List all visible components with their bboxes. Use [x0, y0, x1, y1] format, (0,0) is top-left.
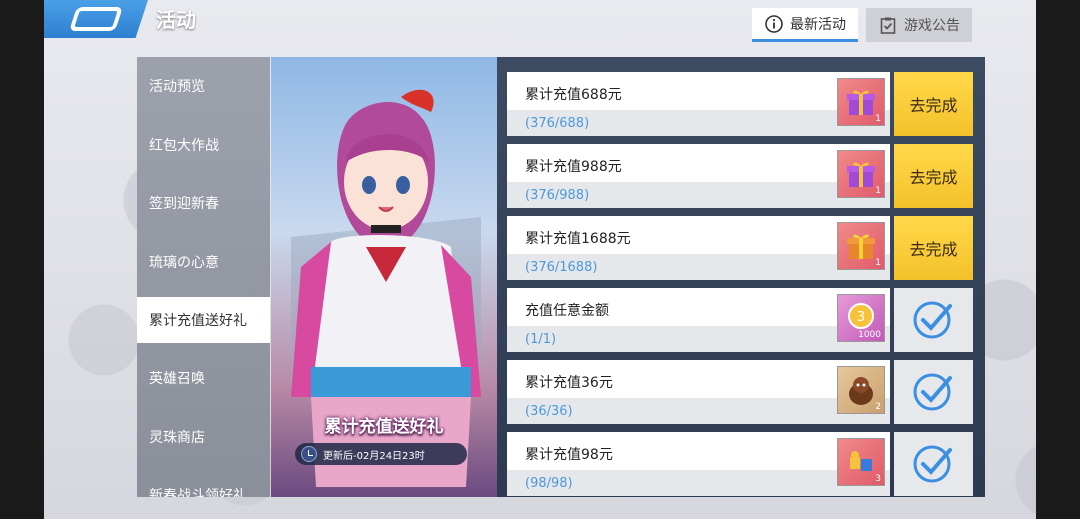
tab-latest-activity[interactable]: 最新活动 — [752, 8, 858, 42]
task-name: 充值任意金额 — [525, 303, 609, 319]
reward-item[interactable]: 1 — [837, 222, 885, 270]
go-complete-button[interactable]: 去完成 — [894, 216, 973, 280]
completed-check — [894, 360, 973, 424]
reward-qty: 3 — [875, 474, 881, 484]
reward-qty: 1000 — [858, 330, 881, 340]
sidebar-item-recharge-gift[interactable]: 累计充值送好礼 — [137, 297, 270, 343]
sidebar-item-label: 新春战斗领好礼 — [149, 488, 247, 497]
reward-item[interactable]: 3 1000 — [837, 294, 885, 342]
task-row: 充值任意金额 (1/1) 3 1000 — [507, 288, 977, 352]
sidebar-item-new-year-battle[interactable]: 新春战斗领好礼 — [137, 466, 270, 497]
banner-title: 累计充值送好礼 — [324, 417, 444, 437]
sidebar-item-label: 琉璃の心意 — [149, 254, 219, 271]
gift-box-icon — [847, 90, 875, 115]
sidebar-item-label: 签到迎新春 — [149, 196, 219, 213]
task-progress: (376/988) — [525, 188, 590, 203]
sidebar-item-liuli[interactable]: 琉璃の心意 — [137, 233, 270, 292]
task-progress: (36/36) — [525, 404, 573, 419]
reward-item[interactable]: 1 — [837, 150, 885, 198]
sidebar-item-red-packet[interactable]: 红包大作战 — [137, 116, 270, 175]
checkmark-icon — [913, 301, 952, 339]
checkmark-icon — [913, 445, 952, 483]
activity-sidebar: 活动预览 红包大作战 签到迎新春 琉璃の心意 累计充值送好礼 英雄召唤 灵珠商店… — [137, 57, 270, 497]
task-name: 累计充值98元 — [525, 447, 613, 463]
task-row: 累计充值988元 (376/988) 1 去完成 — [507, 144, 977, 208]
reward-item[interactable]: 2 — [837, 366, 885, 414]
sidebar-item-label: 英雄召唤 — [149, 371, 205, 388]
reward-qty: 1 — [875, 114, 881, 124]
sidebar-item-label: 灵珠商店 — [149, 429, 205, 446]
svg-text:3: 3 — [857, 310, 865, 325]
info-icon — [764, 14, 784, 34]
go-complete-button[interactable]: 去完成 — [894, 144, 973, 208]
completed-check — [894, 288, 973, 352]
sidebar-item-hero-summon[interactable]: 英雄召唤 — [137, 349, 270, 408]
doll-icon — [849, 377, 873, 405]
tab-game-announcement[interactable]: 游戏公告 — [866, 8, 972, 42]
task-card — [507, 288, 890, 352]
task-row: 累计充值1688元 (376/1688) 1 去完成 — [507, 216, 977, 280]
task-name: 累计充值1688元 — [525, 231, 631, 247]
task-progress: (1/1) — [525, 332, 557, 347]
sidebar-item-pearl-shop[interactable]: 灵珠商店 — [137, 408, 270, 467]
sidebar-item-preview[interactable]: 活动预览 — [137, 57, 270, 116]
task-progress: (98/98) — [525, 476, 573, 491]
sidebar-item-label: 活动预览 — [149, 79, 205, 96]
reward-item[interactable]: 3 — [837, 438, 885, 486]
activity-screen: 活动 最新活动 游戏公告 活动预览 红包大作战 签到迎新春 琉璃の心意 累计充值… — [44, 0, 1036, 519]
task-row: 累计充值688元 (376/688) 1 去完成 — [507, 72, 977, 136]
task-name: 累计充值36元 — [525, 375, 613, 391]
tab-label: 最新活动 — [790, 16, 846, 33]
tab-label: 游戏公告 — [904, 18, 960, 34]
banner-time-text: 更新后-02月24日23时 — [323, 450, 425, 462]
go-complete-button[interactable]: 去完成 — [894, 72, 973, 136]
reward-item[interactable]: 1 — [837, 78, 885, 126]
task-name: 累计充值988元 — [525, 159, 622, 175]
back-button[interactable] — [44, 0, 148, 38]
page-title: 活动 — [156, 8, 196, 32]
activity-banner: 累计充值送好礼 更新后-02月24日23时 — [271, 57, 497, 497]
sidebar-item-label: 累计充值送好礼 — [149, 313, 247, 329]
task-name: 累计充值688元 — [525, 87, 622, 103]
gift-box-icon — [847, 162, 875, 187]
back-arrow-icon — [69, 7, 123, 31]
clipboard-check-icon — [878, 15, 898, 35]
task-progress: (376/688) — [525, 116, 590, 131]
task-list[interactable]: 累计充值688元 (376/688) 1 去完成 累计充值988元 (376/9… — [497, 57, 985, 497]
reward-qty: 2 — [875, 402, 881, 412]
sidebar-item-checkin[interactable]: 签到迎新春 — [137, 174, 270, 233]
completed-check — [894, 432, 973, 496]
checkmark-icon — [913, 373, 952, 411]
reward-qty: 1 — [875, 186, 881, 196]
clock-icon — [301, 446, 317, 462]
gift-box-icon — [847, 234, 875, 259]
sidebar-item-label: 红包大作战 — [149, 137, 219, 154]
bag-icon — [850, 451, 872, 471]
banner-time: 更新后-02月24日23时 — [295, 443, 467, 465]
task-row: 累计充值98元 (98/98) 3 — [507, 432, 977, 496]
task-row: 累计充值36元 (36/36) 2 — [507, 360, 977, 424]
tab-bar: 最新活动 游戏公告 — [752, 8, 972, 42]
reward-qty: 1 — [875, 258, 881, 268]
task-progress: (376/1688) — [525, 260, 598, 275]
